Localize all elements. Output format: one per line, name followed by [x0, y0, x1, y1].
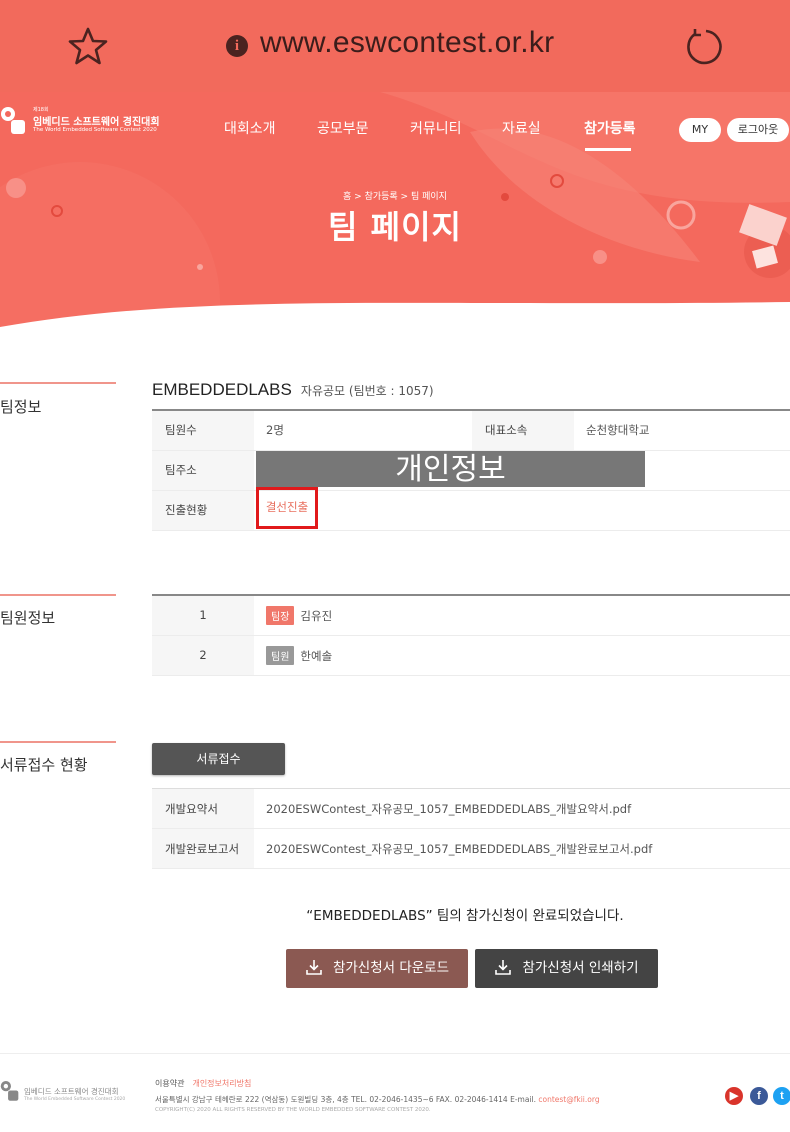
table-row: 진출현황: [152, 490, 790, 531]
table-row: 팀원수 2명 대표소속 순천향대학교: [152, 410, 790, 451]
footer-logo-title: 임베디드 소프트웨어 경진대회: [24, 1087, 119, 1096]
terms-link[interactable]: 이용약관: [155, 1079, 184, 1088]
youtube-icon[interactable]: ▶: [725, 1087, 743, 1105]
facebook-icon[interactable]: f: [750, 1087, 768, 1105]
site-logo[interactable]: 제18회 임베디드 소프트웨어 경진대회 The World Embedded …: [0, 104, 170, 140]
member-cell: 팀장 김유진: [254, 595, 790, 636]
address-label: 팀주소: [152, 450, 254, 491]
section-label-documents: 서류접수 현황: [0, 756, 88, 774]
nav-item-community[interactable]: 커뮤니티: [410, 118, 462, 138]
document-file-link[interactable]: 2020ESWContest_자유공모_1057_EMBEDDEDLABS_개발…: [254, 788, 790, 829]
member-number: 1: [152, 595, 254, 636]
logo-edition: 제18회: [33, 107, 49, 113]
download-label: 참가신청서 다운로드: [332, 960, 450, 976]
my-button[interactable]: MY: [679, 118, 721, 142]
affiliation-value: 순천향대학교: [574, 410, 790, 451]
role-badge-member: 팀원: [266, 645, 295, 665]
footer-copyright: COPYRIGHT(C) 2020 ALL RIGHTS RESERVED BY…: [155, 1107, 431, 1113]
logo-subtitle: The World Embedded Software Contest 2020: [33, 127, 157, 133]
download-icon: [306, 960, 322, 975]
url-text[interactable]: www.eswcontest.or.kr: [260, 26, 554, 60]
nav-item-categories[interactable]: 공모부문: [317, 118, 369, 138]
member-name: 김유진: [300, 608, 333, 623]
team-name: EMBEDDEDLABS: [152, 380, 292, 399]
status-cell: [254, 490, 790, 531]
document-label: 개발완료보고서: [152, 828, 254, 869]
footer-logo: 임베디드 소프트웨어 경진대회 The World Embedded Softw…: [0, 1078, 130, 1106]
logout-button[interactable]: 로그아웃: [727, 118, 789, 142]
logo-mark-icon: [0, 1081, 19, 1101]
logo-mark-icon: [1, 107, 25, 134]
member-name: 한예솔: [300, 648, 333, 663]
role-badge-leader: 팀장: [266, 605, 295, 625]
table-row: 1 팀장 김유진: [152, 595, 790, 636]
submit-documents-button[interactable]: 서류접수: [152, 743, 285, 775]
print-label: 참가신청서 인쇄하기: [522, 960, 639, 976]
documents-table: 개발요약서 2020ESWContest_자유공모_1057_EMBEDDEDL…: [152, 788, 790, 869]
members-table: 1 팀장 김유진 2 팀원 한예솔: [152, 594, 790, 676]
document-label: 개발요약서: [152, 788, 254, 829]
privacy-policy-link[interactable]: 개인정보처리방침: [192, 1079, 251, 1088]
footer-divider: [0, 1053, 790, 1054]
reload-icon[interactable]: [682, 26, 722, 66]
nav-item-registration[interactable]: 참가등록: [584, 118, 636, 138]
section-label-members: 팀원정보: [0, 609, 56, 627]
nav-item-resources[interactable]: 자료실: [502, 118, 541, 138]
footer-logo-subtitle: The World Embedded Software Contest 2020: [24, 1097, 126, 1102]
footer-email-link[interactable]: contest@fkii.org: [538, 1095, 599, 1104]
footer-address: 서울특별시 강남구 테헤란로 222 (역삼동) 도원빌딩 3층, 4층 TEL…: [155, 1094, 600, 1105]
section-divider: [0, 594, 116, 596]
table-row: 2 팀원 한예솔: [152, 635, 790, 676]
table-row: 개발완료보고서 2020ESWContest_자유공모_1057_EMBEDDE…: [152, 828, 790, 869]
section-divider: [0, 741, 116, 743]
nav-item-about[interactable]: 대회소개: [224, 118, 276, 138]
member-cell: 팀원 한예솔: [254, 635, 790, 676]
print-application-button[interactable]: 참가신청서 인쇄하기: [475, 949, 658, 988]
privacy-mask: 개인정보: [256, 451, 645, 487]
logo-title: 임베디드 소프트웨어 경진대회: [33, 117, 160, 128]
members-value: 2명: [254, 410, 472, 451]
team-heading: EMBEDDEDLABS 자유공모 (팀번호 : 1057): [152, 380, 434, 400]
footer-address-text: 서울특별시 강남구 테헤란로 222 (역삼동) 도원빌딩 3층, 4층 TEL…: [155, 1095, 539, 1104]
members-label: 팀원수: [152, 410, 254, 451]
download-application-button[interactable]: 참가신청서 다운로드: [286, 949, 468, 988]
page-title: 팀 페이지: [328, 208, 462, 246]
status-highlight-box: [256, 487, 318, 529]
team-category: 자유공모 (팀번호 : 1057): [300, 384, 434, 398]
twitter-icon[interactable]: t: [773, 1087, 790, 1105]
document-file-link[interactable]: 2020ESWContest_자유공모_1057_EMBEDDEDLABS_개발…: [254, 828, 790, 869]
browser-address-bar: i www.eswcontest.or.kr: [0, 0, 790, 92]
completion-message: “EMBEDDEDLABS” 팀의 참가신청이 완료되었습니다.: [306, 908, 624, 924]
breadcrumb: 홈 > 참가등록 > 팀 페이지: [343, 192, 447, 202]
member-number: 2: [152, 635, 254, 676]
footer-links: 이용약관 개인정보처리방침: [155, 1078, 251, 1089]
site-info-icon[interactable]: i: [226, 35, 248, 57]
download-icon: [495, 960, 512, 975]
status-label: 진출현황: [152, 490, 254, 531]
nav-active-underline: [585, 148, 631, 151]
section-divider: [0, 382, 116, 384]
affiliation-label: 대표소속: [472, 410, 574, 451]
hero-banner: 제18회 임베디드 소프트웨어 경진대회 The World Embedded …: [0, 92, 790, 337]
table-row: 개발요약서 2020ESWContest_자유공모_1057_EMBEDDEDL…: [152, 788, 790, 829]
section-label-team-info: 팀정보: [0, 398, 42, 416]
bookmark-star-icon[interactable]: [68, 26, 108, 66]
